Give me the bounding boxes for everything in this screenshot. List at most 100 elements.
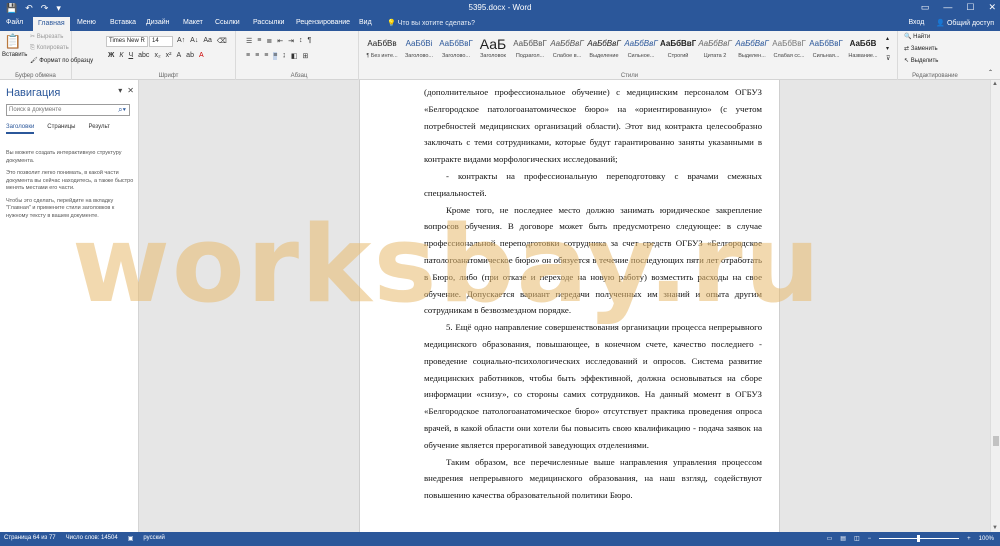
find-button[interactable]: 🔍 Найти [904, 33, 930, 40]
nav-tab-results[interactable]: Результ [88, 124, 109, 134]
close-icon[interactable]: ✕ [988, 2, 996, 13]
tab-insert[interactable]: Вставка [110, 19, 136, 26]
share-button[interactable]: 👤 Общий доступ [936, 19, 994, 27]
font-size-combo[interactable]: 14 [149, 36, 173, 47]
style-tile[interactable]: АаБбВвГ Сильная... [808, 35, 844, 65]
numbering-icon[interactable]: ≡ [257, 37, 261, 45]
style-tile[interactable]: АаБбВвГ Выделение [586, 35, 622, 65]
maximize-icon[interactable]: ☐ [966, 2, 974, 13]
zoom-slider-knob[interactable] [917, 535, 921, 542]
styles-more-icon[interactable]: ⊽ [886, 55, 890, 62]
zoom-in-button[interactable]: + [967, 536, 971, 542]
web-layout-icon[interactable]: ◫ [854, 535, 860, 542]
font-name-combo[interactable]: Times New R [106, 36, 148, 47]
multilevel-list-icon[interactable]: ≣ [266, 37, 272, 45]
tab-design[interactable]: Дизайн [146, 19, 170, 26]
tab-mailings[interactable]: Рассылки [253, 19, 284, 26]
bullets-icon[interactable]: ☰ [246, 37, 252, 45]
sign-in-link[interactable]: Вход [908, 19, 924, 27]
word-count[interactable]: Число слов: 14504 [66, 535, 118, 542]
tab-review[interactable]: Рецензирование [296, 19, 350, 26]
align-left-icon[interactable]: ≡ [246, 52, 250, 60]
language-indicator[interactable]: русский [143, 535, 165, 542]
proofing-icon[interactable]: ▣ [128, 535, 134, 542]
scrollbar-thumb[interactable] [993, 436, 999, 446]
align-center-icon[interactable]: ≡ [255, 52, 259, 60]
zoom-out-button[interactable]: − [868, 536, 872, 542]
nav-search-input[interactable]: Поиск в документе ⌕▾ [6, 104, 130, 116]
style-tile[interactable]: АаБбВвГ Сильное... [623, 35, 659, 65]
collapse-ribbon-icon[interactable]: ⌃ [988, 69, 993, 76]
scroll-up-icon[interactable]: ▲ [992, 81, 998, 87]
search-icon[interactable]: ⌕▾ [118, 105, 126, 115]
format-painter-button[interactable]: 🖌 Формат по образцу [30, 57, 93, 64]
styles-scroll-up-icon[interactable]: ▴ [886, 35, 889, 42]
bold-icon[interactable]: Ж [108, 52, 114, 59]
tab-references[interactable]: Ссылки [215, 19, 240, 26]
clipboard-group: 📋 Вставить ✂ Вырезать ⎘ Копировать 🖌 Фор… [0, 31, 93, 80]
clear-format-icon[interactable]: ⌫ [217, 37, 227, 45]
cut-button[interactable]: ✂ Вырезать [30, 33, 63, 40]
style-tile[interactable]: АаБбВвГ Строгий [660, 35, 696, 65]
zoom-level[interactable]: 100% [979, 536, 994, 542]
style-tile[interactable]: АаБбВвГ Слабое в... [549, 35, 585, 65]
align-right-icon[interactable]: ≡ [264, 52, 268, 60]
style-tile[interactable]: АаБбВ Название... [845, 35, 881, 65]
tab-file[interactable]: Файл [6, 19, 23, 26]
paste-icon[interactable]: 📋 [4, 33, 21, 50]
line-spacing-icon[interactable]: ↨ [282, 52, 286, 60]
style-tile[interactable]: АаБбВв ¶ Без инте... [364, 35, 400, 65]
decrease-indent-icon[interactable]: ⇤ [277, 37, 283, 45]
paste-button[interactable]: Вставить [2, 52, 27, 58]
sort-icon[interactable]: ↕ [299, 37, 303, 45]
style-tile[interactable]: АаБ Заголовок [475, 35, 511, 65]
pane-options-icon[interactable]: ▾ [118, 86, 122, 95]
change-case-icon[interactable]: Aa [203, 37, 212, 45]
tab-view[interactable]: Вид [359, 19, 372, 26]
strikethrough-icon[interactable]: abc [138, 52, 149, 59]
tab-menu[interactable]: Меню [77, 19, 96, 26]
tab-home[interactable]: Главная [33, 17, 70, 31]
show-marks-icon[interactable]: ¶ [308, 37, 312, 45]
minimize-icon[interactable]: — [943, 2, 952, 13]
style-preview: АаБбВвГ [439, 39, 473, 48]
nav-pane-controls: ▾ ✕ [118, 86, 134, 95]
zoom-slider[interactable] [879, 535, 960, 542]
pane-close-icon[interactable]: ✕ [127, 86, 134, 95]
vertical-scrollbar[interactable]: ▲ ▼ [990, 80, 1000, 532]
style-tile[interactable]: АаБбВвГ Подзагол... [512, 35, 548, 65]
scroll-down-icon[interactable]: ▼ [992, 525, 998, 531]
subscript-icon[interactable]: x₂ [154, 52, 160, 59]
nav-tab-headings[interactable]: Заголовки [6, 124, 35, 134]
styles-scroll-down-icon[interactable]: ▾ [886, 45, 889, 52]
style-tile[interactable]: АаБбВвГ Цитата 2 [697, 35, 733, 65]
justify-icon[interactable]: ≡ [273, 52, 278, 60]
replace-button[interactable]: ⇄ Заменить [904, 45, 938, 52]
copy-button[interactable]: ⎘ Копировать [30, 45, 69, 52]
borders-icon[interactable]: ⊞ [303, 52, 309, 60]
style-tile[interactable]: АаБбВвГ Слабая сс... [771, 35, 807, 65]
shading-icon[interactable]: ◧ [291, 52, 298, 60]
document-page[interactable]: (дополнительное профессиональное обучени… [359, 80, 780, 532]
superscript-icon[interactable]: x² [166, 52, 172, 59]
select-button[interactable]: ↖ Выделить [904, 57, 938, 64]
page-counter[interactable]: Страница 64 из 77 [4, 535, 56, 542]
underline-icon[interactable]: Ч [128, 52, 133, 59]
read-mode-icon[interactable]: ▭ [827, 535, 833, 542]
style-tile[interactable]: АаБбВвГ Выделен... [734, 35, 770, 65]
tell-me-box[interactable]: 💡 Что вы хотите сделать? [387, 19, 475, 27]
grow-font-icon[interactable]: A↑ [177, 37, 185, 45]
style-tile[interactable]: АаБбВі Заголово... [401, 35, 437, 65]
font-color-icon[interactable]: A [199, 52, 204, 59]
font-size-tools: A↑ A↓ Aa ⌫ [177, 37, 227, 45]
italic-icon[interactable]: К [119, 52, 123, 59]
shrink-font-icon[interactable]: A↓ [190, 37, 198, 45]
ribbon-display-icon[interactable]: ▭ [921, 2, 930, 13]
nav-tab-pages[interactable]: Страницы [47, 124, 75, 134]
increase-indent-icon[interactable]: ⇥ [288, 37, 294, 45]
print-layout-icon[interactable]: ▤ [840, 535, 846, 542]
style-tile[interactable]: АаБбВвГ Заголово... [438, 35, 474, 65]
tab-layout[interactable]: Макет [183, 19, 203, 26]
highlight-icon[interactable]: ab [186, 52, 194, 59]
text-effects-icon[interactable]: A [177, 52, 182, 59]
